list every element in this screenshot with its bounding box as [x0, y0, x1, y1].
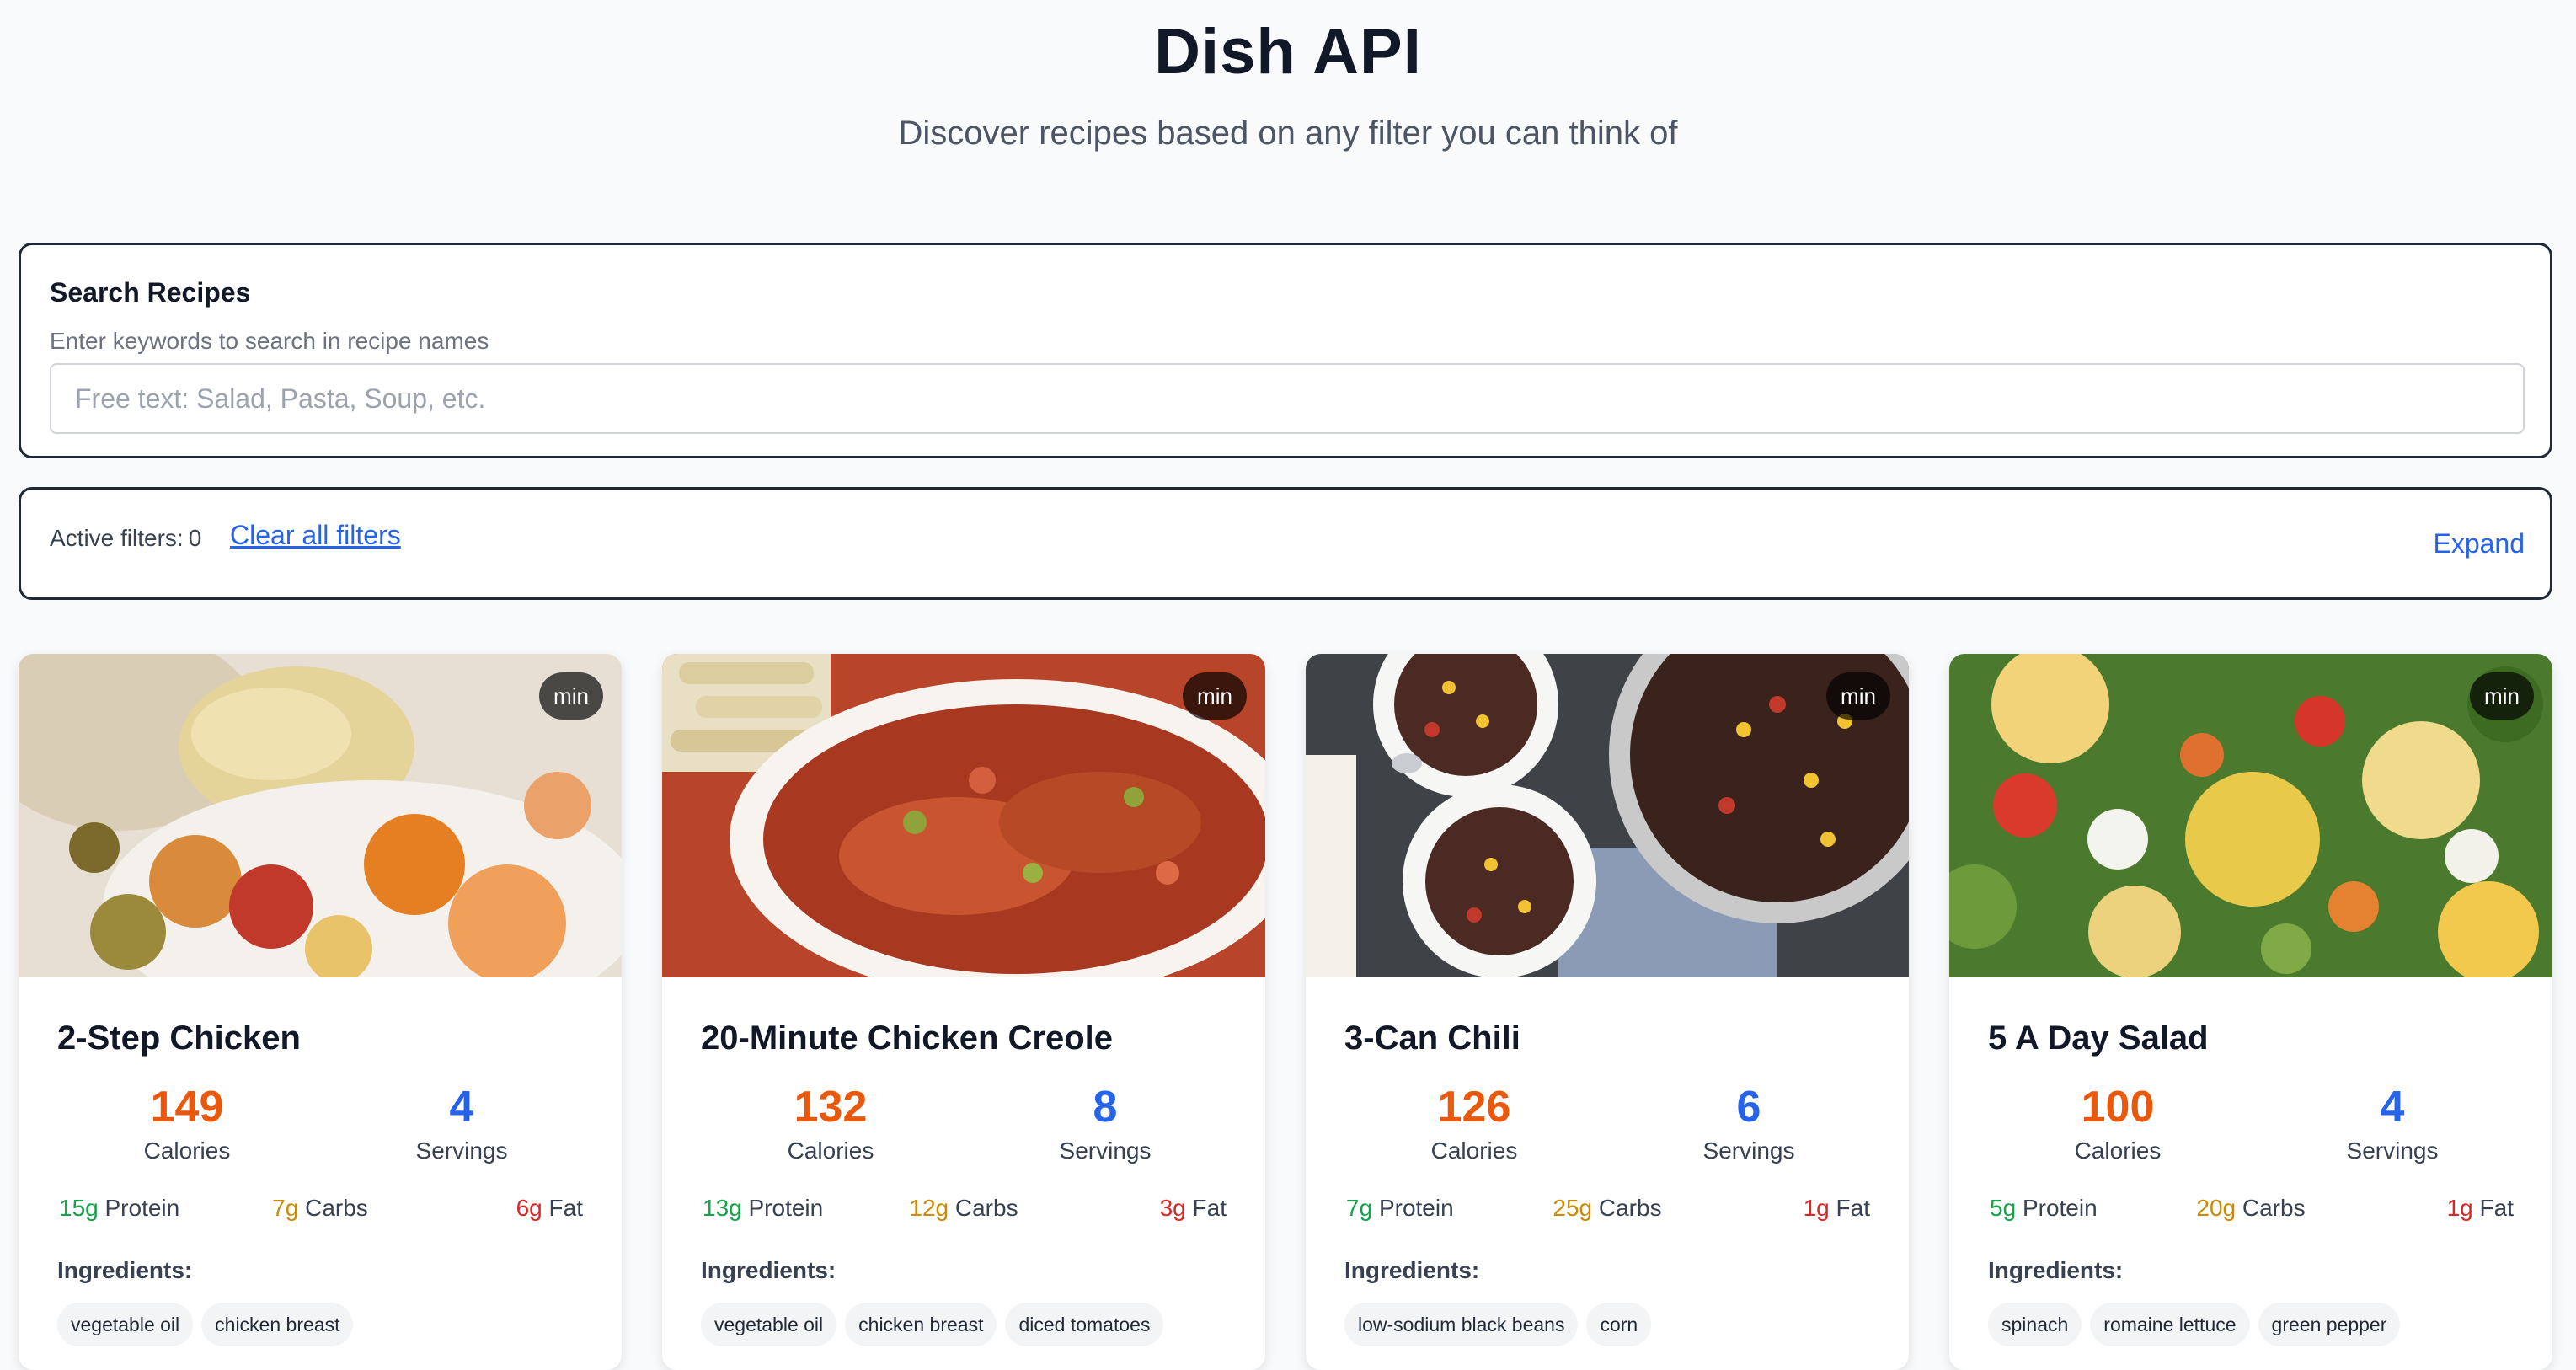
ingredient-tag: corn — [1586, 1303, 1652, 1346]
expand-filters-button[interactable]: Expand — [2433, 528, 2525, 559]
ingredient-tag: chicken breast — [845, 1303, 997, 1346]
ingredient-tag: vegetable oil — [57, 1303, 194, 1346]
servings-value: 4 — [449, 1083, 474, 1132]
calories-label: Calories — [2074, 1137, 2162, 1164]
recipe-card[interactable]: min 5 A Day Salad 100 Calories 4 Serving… — [1949, 654, 2552, 1370]
servings-value: 4 — [2380, 1083, 2405, 1132]
calories-stat: 126 Calories — [1348, 1082, 1601, 1164]
search-input[interactable] — [50, 363, 2525, 434]
active-filters-label: Active filters: — [50, 525, 184, 551]
fat-macro: 6g Fat — [516, 1195, 583, 1222]
ingredients-list: low-sodium black beans corn — [1344, 1303, 1652, 1346]
ingredients-label: Ingredients: — [57, 1257, 193, 1283]
fat-macro: 1g Fat — [1804, 1195, 1870, 1222]
calories-label: Calories — [143, 1137, 231, 1164]
recipe-title[interactable]: 2-Step Chicken — [57, 1019, 301, 1057]
search-panel: Search Recipes Enter keywords to search … — [19, 243, 2552, 458]
servings-label: Servings — [1059, 1137, 1152, 1164]
servings-stat: 8 Servings — [979, 1082, 1232, 1164]
page-title: Dish API — [1154, 16, 1422, 88]
servings-value: 8 — [1093, 1083, 1118, 1132]
recipe-photo-salad — [1949, 654, 2552, 977]
ingredient-tag: low-sodium black beans — [1344, 1303, 1579, 1346]
carbs-label: Carbs — [954, 1195, 1018, 1221]
ingredients-list: vegetable oil chicken breast diced tomat… — [701, 1303, 1164, 1346]
ingredients-list: spinach romaine lettuce green pepper — [1988, 1303, 2401, 1346]
recipe-card[interactable]: min 20-Minute Chicken Creole 132 Calorie… — [662, 654, 1265, 1370]
recipe-title[interactable]: 5 A Day Salad — [1988, 1019, 2209, 1057]
carbs-value: 25g — [1553, 1195, 1593, 1221]
calories-stat: 149 Calories — [61, 1082, 313, 1164]
calories-value: 126 — [1437, 1083, 1511, 1132]
recipe-image: min — [1949, 654, 2552, 977]
recipe-card[interactable]: min 2-Step Chicken 149 Calories 4 Servin… — [19, 654, 622, 1370]
servings-label: Servings — [415, 1137, 508, 1164]
ingredient-tag: diced tomatoes — [1005, 1303, 1164, 1346]
calories-label: Calories — [787, 1137, 874, 1164]
fat-value: 6g — [516, 1195, 542, 1221]
calories-value: 149 — [150, 1083, 224, 1132]
carbs-label: Carbs — [1598, 1195, 1662, 1221]
calories-label: Calories — [1430, 1137, 1518, 1164]
carbs-label: Carbs — [305, 1195, 368, 1221]
ingredient-tag: chicken breast — [201, 1303, 354, 1346]
ingredients-label: Ingredients: — [1988, 1257, 2124, 1283]
time-badge: min — [1183, 672, 1247, 720]
time-badge: min — [539, 672, 603, 720]
fat-macro: 3g Fat — [1160, 1195, 1227, 1222]
carbs-value: 20g — [2196, 1195, 2237, 1221]
active-filters-count: 0 — [188, 525, 202, 551]
fat-label: Fat — [2479, 1195, 2514, 1221]
servings-value: 6 — [1736, 1083, 1761, 1132]
recipe-title[interactable]: 3-Can Chili — [1344, 1019, 1520, 1057]
fat-macro: 1g Fat — [2447, 1195, 2514, 1222]
carbs-label: Carbs — [2242, 1195, 2306, 1221]
ingredients-list: vegetable oil chicken breast — [57, 1303, 354, 1346]
calories-stat: 132 Calories — [704, 1082, 957, 1164]
ingredient-tag: romaine lettuce — [2090, 1303, 2250, 1346]
servings-stat: 4 Servings — [335, 1082, 588, 1164]
fat-value: 1g — [1803, 1195, 1830, 1221]
ingredient-tag: vegetable oil — [701, 1303, 837, 1346]
carbs-value: 7g — [272, 1195, 299, 1221]
active-filters-indicator: Active filters: 0 — [50, 525, 201, 552]
filter-panel: Active filters: 0 Clear all filters Expan… — [19, 487, 2552, 600]
servings-label: Servings — [1702, 1137, 1795, 1164]
search-help-text: Enter keywords to search in recipe names — [50, 328, 489, 354]
search-label: Search Recipes — [50, 277, 251, 308]
recipe-title[interactable]: 20-Minute Chicken Creole — [701, 1019, 1113, 1057]
recipe-card[interactable]: min 3-Can Chili 126 Calories 6 Servings … — [1306, 654, 1909, 1370]
calories-stat: 100 Calories — [1991, 1082, 2244, 1164]
ingredients-label: Ingredients: — [1344, 1257, 1480, 1283]
fat-value: 3g — [1159, 1195, 1186, 1221]
fat-label: Fat — [1836, 1195, 1870, 1221]
calories-value: 132 — [794, 1083, 868, 1132]
recipe-photo-chili — [1306, 654, 1909, 977]
clear-filters-link[interactable]: Clear all filters — [230, 520, 401, 551]
recipe-image: min — [1306, 654, 1909, 977]
ingredients-label: Ingredients: — [701, 1257, 836, 1283]
recipe-image: min — [19, 654, 622, 977]
time-badge: min — [2470, 672, 2534, 720]
carbs-value: 12g — [909, 1195, 949, 1221]
page-subtitle: Discover recipes based on any filter you… — [898, 115, 1678, 152]
ingredient-tag: spinach — [1988, 1303, 2082, 1346]
servings-stat: 6 Servings — [1622, 1082, 1875, 1164]
calories-value: 100 — [2081, 1083, 2155, 1132]
ingredient-tag: green pepper — [2258, 1303, 2401, 1346]
fat-value: 1g — [2446, 1195, 2473, 1221]
fat-label: Fat — [1192, 1195, 1227, 1221]
time-badge: min — [1826, 672, 1890, 720]
recipe-photo-chicken-vegetables — [19, 654, 622, 977]
recipe-image: min — [662, 654, 1265, 977]
recipe-photo-chicken-creole — [662, 654, 1265, 977]
fat-label: Fat — [548, 1195, 583, 1221]
servings-label: Servings — [2346, 1137, 2439, 1164]
servings-stat: 4 Servings — [2266, 1082, 2519, 1164]
page: Dish API Discover recipes based on any f… — [0, 0, 2576, 1370]
